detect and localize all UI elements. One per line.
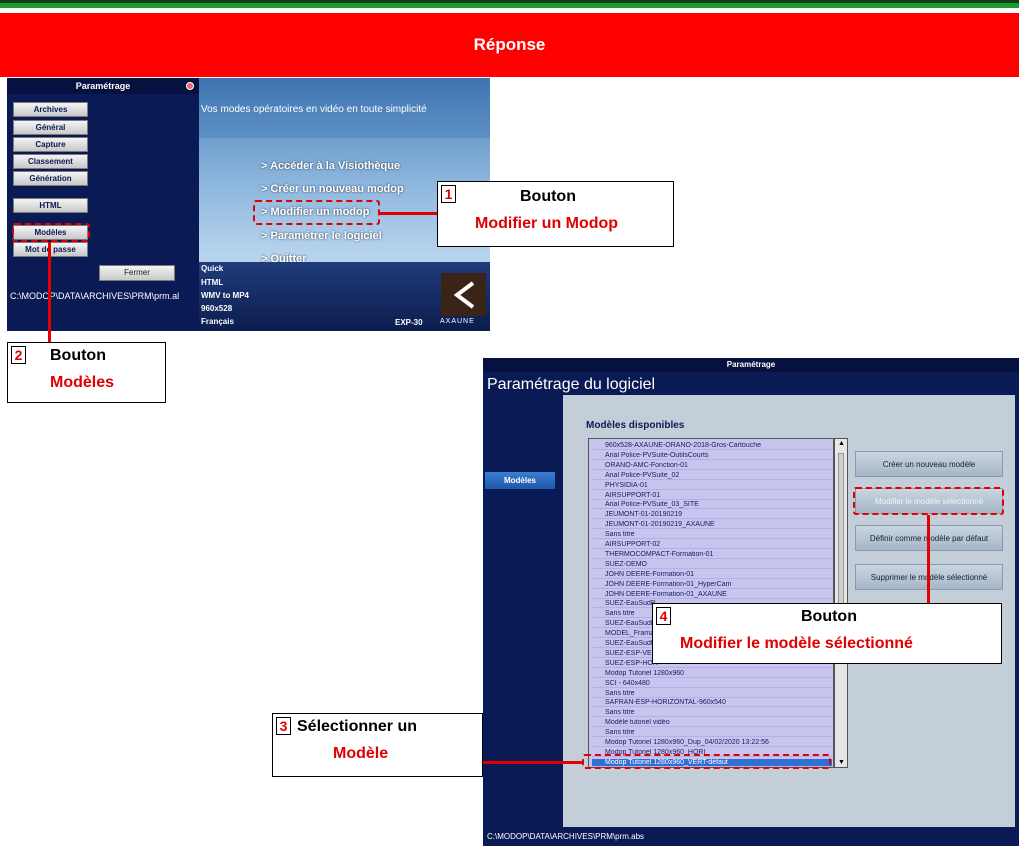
info-quick: Quick	[201, 264, 224, 273]
scroll-down-icon[interactable]: ▼	[838, 759, 845, 766]
model-list-item[interactable]: AIRSUPPORT-02	[592, 541, 832, 549]
settings-panel-title: Paramétrage	[7, 78, 199, 94]
model-list-item[interactable]: JEUMONT-01-20190219	[592, 511, 832, 520]
menu-new-modop[interactable]: > Créer un nouveau modop	[261, 183, 404, 195]
model-list-item[interactable]: Sans titre	[592, 709, 832, 718]
close-dot-icon[interactable]	[186, 82, 194, 90]
callout-4-number: 4	[656, 607, 671, 625]
settings-window-heading: Paramétrage du logiciel	[487, 376, 656, 393]
create-model-button[interactable]: Créer un nouveau modèle	[855, 451, 1003, 477]
callout-3: 3 Sélectionner un Modèle	[272, 713, 483, 777]
highlight-edit-modop	[253, 200, 380, 225]
menu-visiotheque[interactable]: > Accéder à la Visiothèque	[261, 160, 400, 172]
highlight-selected-model	[582, 754, 831, 769]
model-list-item[interactable]: Arial Police-PVSuite_02	[592, 472, 832, 480]
model-list-item[interactable]: JOHN DEERE-Formation-01_HyperCam	[592, 581, 832, 589]
callout-1: 1 Bouton Modifier un Modop	[437, 181, 674, 247]
version-label: EXP-30	[395, 318, 423, 327]
scroll-up-icon[interactable]: ▲	[838, 440, 845, 447]
connector-1	[380, 212, 437, 215]
model-list-item[interactable]: SCI - 640x480	[592, 680, 832, 688]
callout-2-line2: Modèles	[50, 374, 115, 391]
tagline: Vos modes opératoires en vidéo en toute …	[201, 104, 427, 115]
model-list-item[interactable]: Arial Police-PVSuite-OutilsCourts	[592, 452, 832, 460]
generation-button[interactable]: Génération	[13, 171, 88, 186]
callout-3-line1: Sélectionner un	[297, 718, 418, 735]
connector-2	[48, 242, 51, 342]
callout-2-line1: Bouton	[50, 347, 106, 364]
archives-button[interactable]: Archives	[13, 102, 88, 117]
connector-4	[927, 515, 930, 603]
close-button[interactable]: Fermer	[99, 265, 175, 281]
page-title: Réponse	[0, 13, 1019, 77]
axaune-logo	[441, 273, 486, 316]
model-list-item[interactable]: SAFRAN-ESP-HORIZONTAL-960x540	[592, 699, 832, 708]
callout-4-line2: Modifier le modèle sélectionné	[680, 635, 913, 652]
capture-button[interactable]: Capture	[13, 137, 88, 152]
menu-settings[interactable]: > Paramétrer le logiciel	[261, 230, 382, 242]
callout-2: 2 Bouton Modèles	[7, 342, 166, 403]
model-list-item[interactable]: THERMOCOMPACT-Formation-01	[592, 551, 832, 559]
info-resolution: 960x528	[201, 304, 233, 313]
model-list-item[interactable]: JOHN DEERE-Formation-01	[592, 571, 832, 579]
model-list-item[interactable]: Modèle tutoriel vidéo	[592, 719, 832, 728]
model-list-item[interactable]: Arial Police-PVSuite_03_SITE	[592, 501, 832, 510]
callout-4-line1: Bouton	[801, 608, 857, 625]
axaune-chevron-icon	[453, 280, 474, 309]
model-list-item[interactable]: 960x528-AXAUNE-ORANO-2018-Gros-Cartouche	[592, 442, 832, 450]
model-list-item[interactable]: Sans titre	[592, 531, 832, 540]
callout-1-line2: Modifier un Modop	[475, 215, 619, 232]
general-button[interactable]: Général	[13, 120, 88, 135]
model-list-item[interactable]: Modop Tutoriel 1280x960	[592, 670, 832, 678]
info-html: HTML	[201, 278, 224, 287]
settings-path: C:\MODOP\DATA\ARCHIVES\PRM\prm.abs	[487, 832, 645, 841]
model-list-item[interactable]: JEUMONT-01-20190219_AXAUNE	[592, 521, 832, 530]
logo-text: AXAUNE	[440, 318, 475, 325]
callout-3-line2: Modèle	[333, 745, 389, 762]
info-language: Français	[201, 317, 234, 326]
models-list-title: Modèles disponibles	[586, 420, 685, 431]
model-list-item[interactable]: JOHN DEERE-Formation-01_AXAUNE	[592, 591, 832, 599]
classement-button[interactable]: Classement	[13, 154, 88, 169]
model-list-item[interactable]: PHYSIDIA-01	[592, 482, 832, 490]
tab-modeles[interactable]: Modèles	[485, 472, 555, 489]
archive-path: C:\MODOP\DATA\ARCHIVES\PRM\prm.al	[10, 291, 180, 301]
model-list-item[interactable]: Sans titre	[592, 690, 832, 698]
callout-2-number: 2	[11, 346, 26, 364]
settings-window-titlebar: Paramétrage	[483, 358, 1019, 372]
model-list-item[interactable]: ORANO-AMC-Fonction-01	[592, 462, 832, 470]
callout-3-number: 3	[276, 717, 291, 735]
highlight-modeles	[12, 223, 90, 242]
top-stripe-green	[0, 3, 1019, 8]
model-list-item[interactable]: AIRSUPPORT-01	[592, 492, 832, 500]
connector-3	[483, 761, 582, 764]
html-button[interactable]: HTML	[13, 198, 88, 213]
callout-1-line1: Bouton	[520, 188, 576, 205]
model-list-item[interactable]: Sans titre	[592, 729, 832, 738]
callout-4: 4 Bouton Modifier le modèle sélectionné	[652, 603, 1002, 664]
callout-1-number: 1	[441, 185, 456, 203]
highlight-edit-model	[853, 487, 1004, 515]
model-list-item[interactable]: Modop Tutoriel 1280x960_Dup_04/02/2020 1…	[592, 739, 832, 747]
info-format: WMV to MP4	[201, 291, 249, 300]
model-list-item[interactable]: SUEZ-DEMO	[592, 561, 832, 569]
